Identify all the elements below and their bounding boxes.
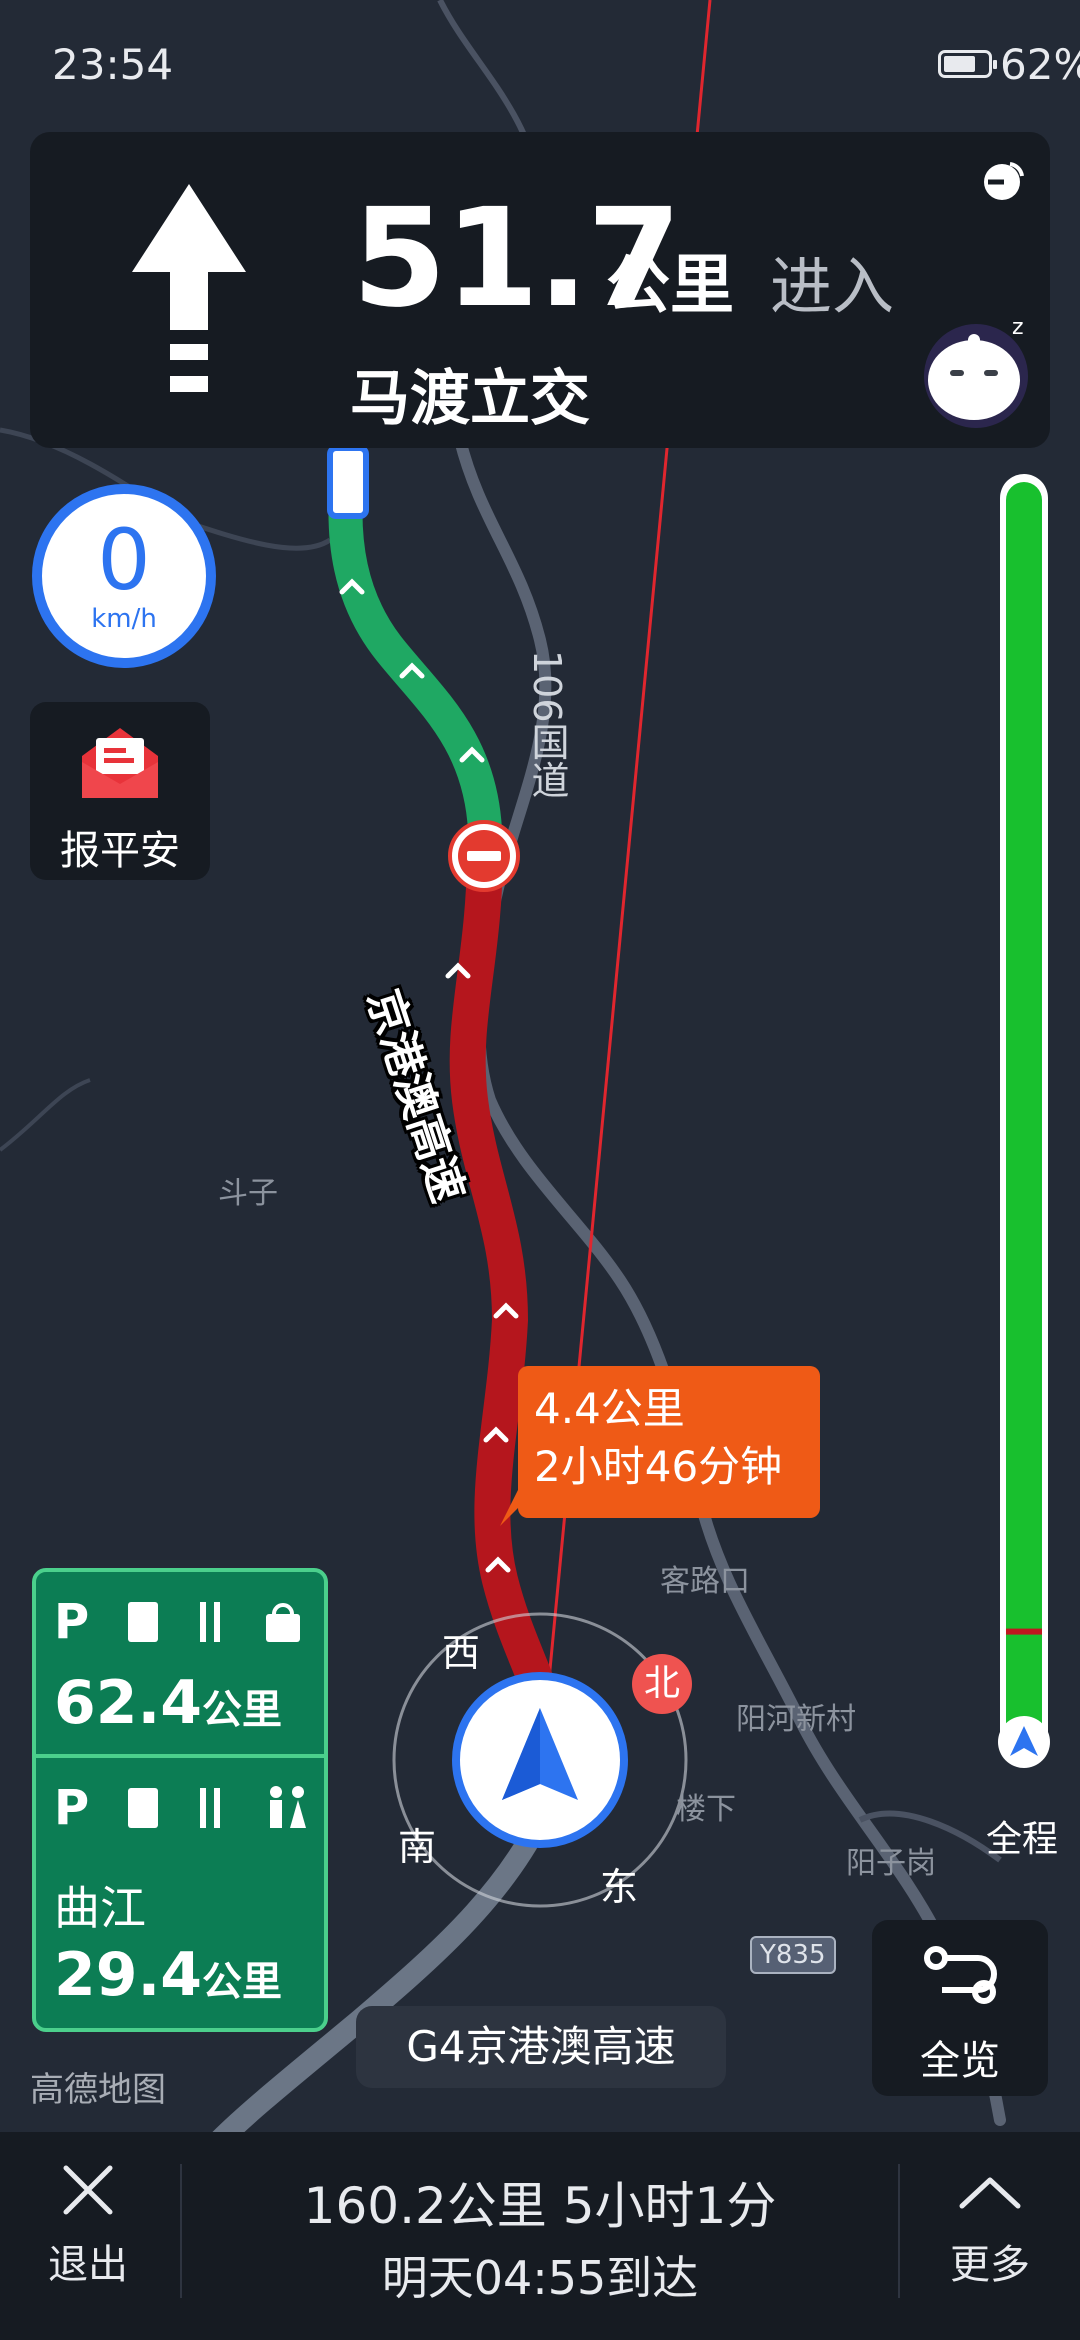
more-label[interactable]: 更多 bbox=[950, 2232, 1030, 2290]
congestion-distance: 4.4公里 bbox=[534, 1384, 685, 1433]
parking-icon: P bbox=[54, 1780, 89, 1836]
service-area-name: 曲江 bbox=[54, 1881, 146, 1935]
compass-south: 南 bbox=[398, 1825, 437, 1869]
place-label: 阳河新村 bbox=[736, 1702, 856, 1737]
gps-signal-icon[interactable] bbox=[978, 154, 1030, 206]
overview-button[interactable]: 全览 bbox=[872, 1920, 1048, 2096]
service-area-panel[interactable]: P 曲江 29.4公里 bbox=[32, 1754, 328, 2032]
compass-north: 北 bbox=[632, 1654, 692, 1714]
envelope-icon bbox=[82, 728, 158, 798]
service-icons: P bbox=[54, 1594, 300, 1650]
status-time: 23:54 bbox=[52, 40, 174, 89]
dining-icon bbox=[200, 1602, 206, 1642]
arrival-time[interactable]: 明天04:55到达 bbox=[0, 2242, 1080, 2308]
voice-assistant-icon[interactable]: z bbox=[918, 314, 1038, 434]
divider bbox=[898, 2164, 900, 2298]
service-area-distance-value: 29.4 bbox=[54, 1940, 203, 2010]
trip-summary[interactable]: 160.2公里 5小时1分 bbox=[0, 2166, 1080, 2238]
full-route-label: 全程 bbox=[986, 1819, 1059, 1860]
compass-west: 西 bbox=[442, 1631, 481, 1675]
map-brand-logo: 高德地图 bbox=[30, 2070, 166, 2110]
fuel-icon bbox=[128, 1602, 158, 1642]
bubble-pointer bbox=[500, 1490, 536, 1526]
current-road-chip: G4京港澳高速 bbox=[356, 2006, 726, 2088]
progress-congestion-marker bbox=[1006, 1628, 1042, 1635]
battery-icon bbox=[938, 50, 997, 78]
svg-text:z: z bbox=[1012, 315, 1024, 340]
restroom-icon bbox=[270, 1786, 282, 1798]
speed-value: 0 bbox=[97, 511, 151, 609]
maneuver-action: 进入 bbox=[770, 250, 895, 323]
battery-percent: 62% bbox=[1000, 40, 1080, 89]
report-safe-button[interactable]: 报平安 bbox=[30, 702, 210, 880]
service-area-panel[interactable]: P 62.4公里 bbox=[32, 1568, 328, 1760]
congestion-eta-bubble[interactable]: 4.4公里 2小时46分钟 bbox=[518, 1366, 820, 1518]
service-area-distance: 62.4公里 bbox=[54, 1668, 282, 1738]
route-progress-bar[interactable] bbox=[996, 474, 1052, 1800]
chevron-up-icon bbox=[959, 2177, 1021, 2209]
road-code-badge: Y835 bbox=[750, 1936, 836, 1974]
place-label: 楼下 bbox=[676, 1792, 736, 1827]
place-label: 阳子岗 bbox=[846, 1846, 936, 1881]
service-area-distance: 29.4公里 bbox=[54, 1940, 282, 2010]
shopping-icon bbox=[266, 1614, 300, 1642]
compass-east: 东 bbox=[600, 1865, 639, 1909]
speed-unit: km/h bbox=[91, 604, 157, 634]
progress-clear-segment bbox=[1006, 482, 1042, 1742]
fuel-icon bbox=[128, 1788, 158, 1828]
parking-icon: P bbox=[54, 1594, 89, 1650]
report-safe-label: 报平安 bbox=[60, 828, 180, 874]
service-area-distance-unit: 公里 bbox=[202, 1959, 283, 2005]
speedometer: 0 km/h bbox=[32, 484, 216, 668]
service-area-distance-unit: 公里 bbox=[202, 1687, 283, 1733]
overview-label: 全览 bbox=[920, 2038, 1000, 2084]
service-icons: P bbox=[54, 1780, 306, 1836]
service-area-distance-value: 62.4 bbox=[54, 1668, 203, 1738]
place-label: 斗子 bbox=[218, 1176, 278, 1211]
dining-icon bbox=[200, 1788, 206, 1828]
congestion-duration: 2小时46分钟 bbox=[534, 1442, 783, 1491]
distance-unit: 公里 bbox=[606, 249, 734, 323]
national-road-label: 106国道 bbox=[525, 650, 569, 799]
next-road-name: 马渡立交 bbox=[350, 364, 590, 434]
straight-arrow-icon bbox=[132, 184, 246, 392]
place-label: 客路口 bbox=[660, 1564, 750, 1599]
route-overview-icon bbox=[924, 1946, 997, 2004]
